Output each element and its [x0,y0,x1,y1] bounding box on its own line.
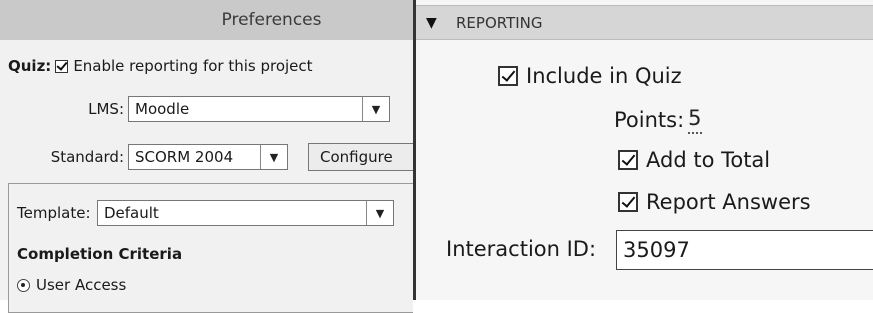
chevron-down-icon: ▼ [362,97,389,121]
collapse-triangle-icon[interactable]: ▼ [426,15,456,31]
interaction-id-input[interactable]: 35097 [616,230,873,270]
chevron-down-icon: ▼ [260,145,287,169]
template-section: Template: Default ▼ Completion Criteria … [8,183,413,313]
completion-criteria-heading: Completion Criteria [17,245,183,263]
enable-reporting-checkbox[interactable] [55,59,69,73]
standard-label: Standard: [50,148,124,166]
interaction-id-label: Interaction ID: [446,237,597,261]
add-to-total-row: Add to Total [618,148,770,172]
points-label: Points: [614,108,685,132]
interaction-id-value: 35097 [623,238,690,262]
report-answers-row: Report Answers [618,190,811,214]
configure-button[interactable]: Configure [308,143,413,171]
lms-select-value: Moodle [135,100,190,118]
quiz-label: Quiz: [8,57,52,75]
standard-select-value: SCORM 2004 [135,148,234,166]
template-label: Template: [17,204,91,222]
report-answers-label: Report Answers [646,190,811,214]
lms-select[interactable]: Moodle ▼ [128,96,390,122]
template-select[interactable]: Default ▼ [97,200,394,226]
template-select-value: Default [104,204,159,222]
chevron-down-icon: ▼ [366,201,393,225]
lms-label: LMS: [88,100,124,118]
add-to-total-label: Add to Total [646,148,771,172]
user-access-option[interactable]: User Access [17,276,126,294]
add-to-total-checkbox[interactable] [618,150,638,170]
standard-select[interactable]: SCORM 2004 ▼ [128,144,288,170]
include-in-quiz-checkbox[interactable] [498,66,518,86]
points-value[interactable]: 5 [688,106,702,134]
reporting-panel: ▼ REPORTING Include in Quiz Points: 5 Ad… [413,0,873,300]
enable-reporting-row: Quiz: Enable reporting for this project [8,57,313,75]
reporting-header-label: REPORTING [456,13,543,32]
preferences-title: Preferences [0,0,413,40]
points-row: Points: 5 [614,106,702,134]
preferences-panel: Preferences Quiz: Enable reporting for t… [0,0,413,313]
enable-reporting-label: Enable reporting for this project [73,57,313,75]
include-in-quiz-label: Include in Quiz [526,64,682,88]
include-in-quiz-row: Include in Quiz [498,64,682,88]
report-answers-checkbox[interactable] [618,192,638,212]
user-access-label: User Access [36,276,127,294]
reporting-header[interactable]: ▼ REPORTING [416,5,873,40]
user-access-radio[interactable] [17,278,30,292]
